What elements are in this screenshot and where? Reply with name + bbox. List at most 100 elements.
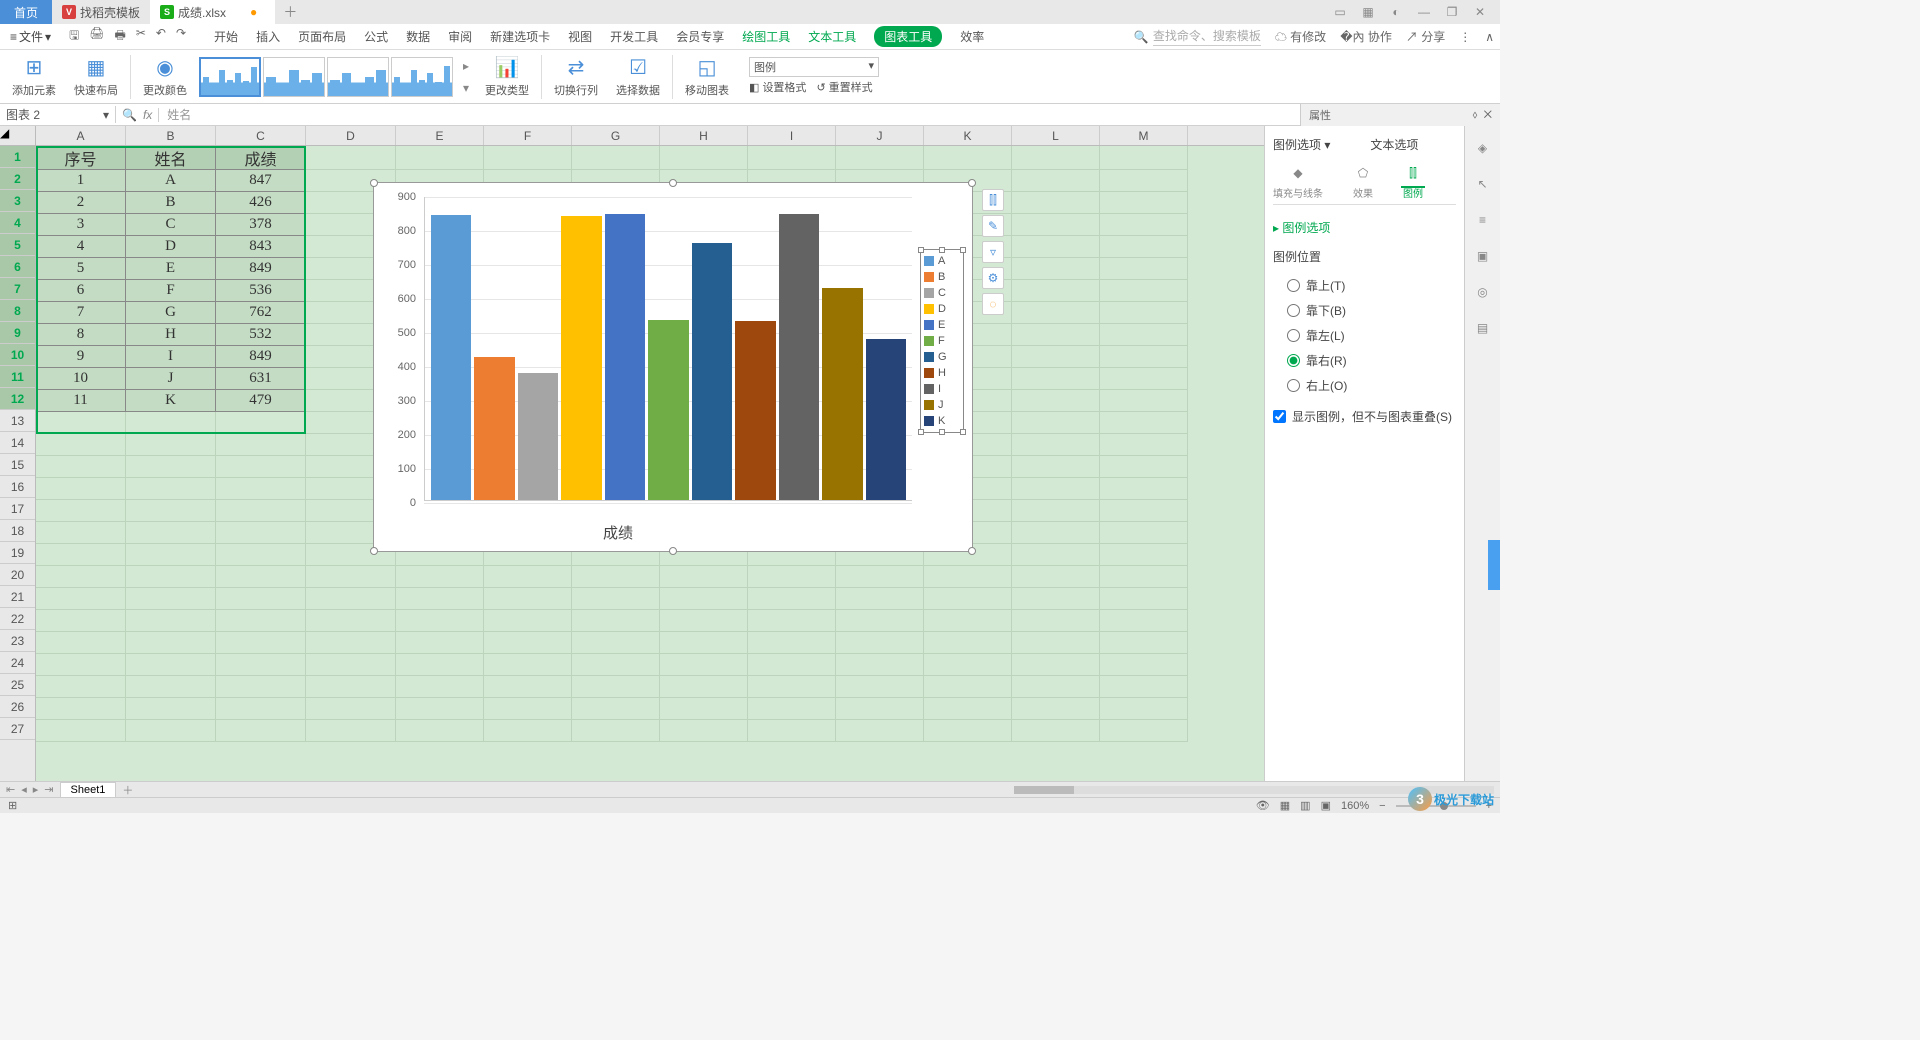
col-header-B[interactable]: B <box>126 126 216 145</box>
cell-L1[interactable] <box>1012 146 1100 170</box>
close-icon[interactable]: ✕ <box>1472 4 1488 20</box>
fn-cancel-icon[interactable]: 🔍 <box>122 108 137 122</box>
cell-H21[interactable] <box>660 588 748 610</box>
chart-handle-br[interactable] <box>968 547 976 555</box>
menu-dev[interactable]: 开发工具 <box>610 26 658 47</box>
row-header-11[interactable]: 11 <box>0 366 35 388</box>
cell-K25[interactable] <box>924 676 1012 698</box>
col-header-M[interactable]: M <box>1100 126 1188 145</box>
cell-L13[interactable] <box>1012 412 1100 434</box>
text-options-tab[interactable]: 文本选项 <box>1370 136 1418 153</box>
cell-B10[interactable]: I <box>126 346 216 368</box>
sheet-tab-1[interactable]: Sheet1 <box>60 782 117 797</box>
cell-J24[interactable] <box>836 654 924 676</box>
tab-template[interactable]: V 找稻壳模板 <box>52 0 150 24</box>
cell-L4[interactable] <box>1012 214 1100 236</box>
formula-input[interactable]: 姓名 <box>159 106 1500 123</box>
legend-options-tab[interactable]: 图例选项 ▾ <box>1273 136 1330 153</box>
cell-I25[interactable] <box>748 676 836 698</box>
cell-C19[interactable] <box>216 544 306 566</box>
cell-C2[interactable]: 847 <box>216 170 306 192</box>
row-header-1[interactable]: 1 <box>0 146 35 168</box>
tab-file[interactable]: S 成绩.xlsx ● <box>150 0 275 24</box>
cell-B27[interactable] <box>126 720 216 742</box>
cell-C9[interactable]: 532 <box>216 324 306 346</box>
cell-L17[interactable] <box>1012 500 1100 522</box>
col-header-A[interactable]: A <box>36 126 126 145</box>
select-all-corner[interactable]: ◢ <box>0 126 36 146</box>
cell-D26[interactable] <box>306 698 396 720</box>
cell-G20[interactable] <box>572 566 660 588</box>
cell-I1[interactable] <box>748 146 836 170</box>
col-header-H[interactable]: H <box>660 126 748 145</box>
select-data-button[interactable]: ☑选择数据 <box>610 54 666 99</box>
cell-K26[interactable] <box>924 698 1012 720</box>
cell-C17[interactable] <box>216 500 306 522</box>
more-icon[interactable]: ⋮ <box>1459 30 1471 44</box>
cell-L20[interactable] <box>1012 566 1100 588</box>
cell-C10[interactable]: 849 <box>216 346 306 368</box>
menu-hamburger[interactable]: ≡ 文件 ▾ <box>6 26 55 47</box>
row-header-7[interactable]: 7 <box>0 278 35 300</box>
cell-G24[interactable] <box>572 654 660 676</box>
cell-H25[interactable] <box>660 676 748 698</box>
cell-C16[interactable] <box>216 478 306 500</box>
change-color-button[interactable]: ◉更改颜色 <box>137 54 193 99</box>
cell-A24[interactable] <box>36 654 126 676</box>
cell-A14[interactable] <box>36 434 126 456</box>
cell-I22[interactable] <box>748 610 836 632</box>
cell-L16[interactable] <box>1012 478 1100 500</box>
menu-newtab[interactable]: 新建选项卡 <box>490 26 550 47</box>
cell-G23[interactable] <box>572 632 660 654</box>
legend-overlap-check[interactable]: 显示图例，但不与图表重叠(S) <box>1273 398 1456 429</box>
row-header-3[interactable]: 3 <box>0 190 35 212</box>
overlap-checkbox[interactable] <box>1273 410 1286 423</box>
cell-I23[interactable] <box>748 632 836 654</box>
cell-L26[interactable] <box>1012 698 1100 720</box>
cell-M3[interactable] <box>1100 192 1188 214</box>
styles-prev-icon[interactable]: ▸ <box>463 59 469 73</box>
cell-B24[interactable] <box>126 654 216 676</box>
cell-D21[interactable] <box>306 588 396 610</box>
cell-C18[interactable] <box>216 522 306 544</box>
bar-B[interactable] <box>474 357 514 500</box>
cell-A6[interactable]: 5 <box>36 258 126 280</box>
col-header-J[interactable]: J <box>836 126 924 145</box>
chart-object[interactable]: ⫿⫿ ✎ ▿ ⚙ ◌ 0100200300400500600700800900 … <box>373 182 973 552</box>
switch-rc-button[interactable]: ⇄切换行列 <box>548 54 604 99</box>
menu-view[interactable]: 视图 <box>568 26 592 47</box>
cell-I27[interactable] <box>748 720 836 742</box>
cell-D25[interactable] <box>306 676 396 698</box>
menu-chart-tools[interactable]: 图表工具 <box>874 26 942 47</box>
cell-M17[interactable] <box>1100 500 1188 522</box>
legend-item-H[interactable]: H <box>924 365 960 381</box>
cell-B5[interactable]: D <box>126 236 216 258</box>
cell-H1[interactable] <box>660 146 748 170</box>
cell-M20[interactable] <box>1100 566 1188 588</box>
legend-pos-0[interactable]: 靠上(T) <box>1273 273 1456 298</box>
cell-A16[interactable] <box>36 478 126 500</box>
bar-H[interactable] <box>735 321 775 500</box>
cell-D23[interactable] <box>306 632 396 654</box>
cell-M25[interactable] <box>1100 676 1188 698</box>
cell-J26[interactable] <box>836 698 924 720</box>
cell-A17[interactable] <box>36 500 126 522</box>
cell-A21[interactable] <box>36 588 126 610</box>
row-header-25[interactable]: 25 <box>0 674 35 696</box>
cell-L18[interactable] <box>1012 522 1100 544</box>
cell-E23[interactable] <box>396 632 484 654</box>
chart-tip-icon[interactable]: ◌ <box>982 293 1004 315</box>
cell-E25[interactable] <box>396 676 484 698</box>
chart-handle-bl[interactable] <box>370 547 378 555</box>
cell-L21[interactable] <box>1012 588 1100 610</box>
cell-A10[interactable]: 9 <box>36 346 126 368</box>
cell-D22[interactable] <box>306 610 396 632</box>
cell-B21[interactable] <box>126 588 216 610</box>
cloud-edit[interactable]: ☁ 有修改 <box>1275 28 1326 45</box>
bar-C[interactable] <box>518 373 558 500</box>
cell-A11[interactable]: 10 <box>36 368 126 390</box>
cell-C23[interactable] <box>216 632 306 654</box>
menu-review[interactable]: 审阅 <box>448 26 472 47</box>
cell-B4[interactable]: C <box>126 214 216 236</box>
maximize-icon[interactable]: ❐ <box>1444 4 1460 20</box>
